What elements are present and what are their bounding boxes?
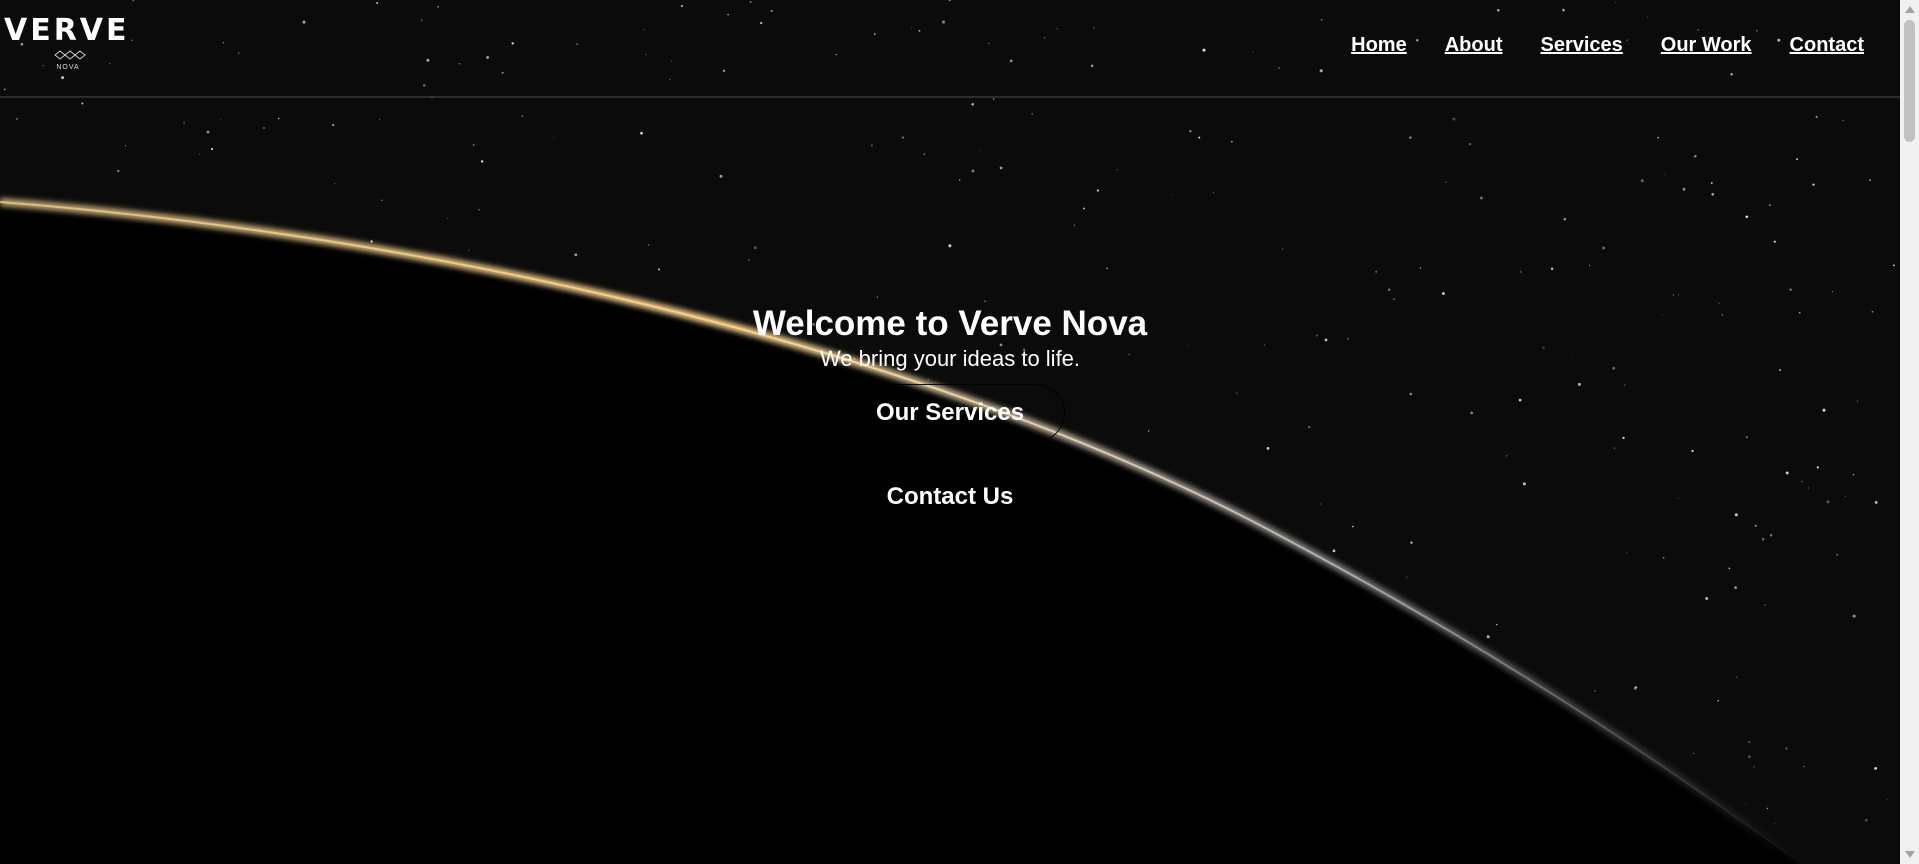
our-services-button[interactable]: Our Services xyxy=(834,384,1066,442)
nav-about-link[interactable]: About xyxy=(1445,34,1503,57)
scroll-down-icon[interactable] xyxy=(1905,851,1915,858)
nav-contact-link[interactable]: Contact xyxy=(1790,34,1864,57)
main-nav: Home About Services Our Work Contact xyxy=(1351,34,1864,57)
nav-home-link[interactable]: Home xyxy=(1351,34,1407,57)
hero-content: Welcome to Verve Nova We bring your idea… xyxy=(0,302,1900,526)
brand-logo[interactable]: VERVE NOVA xyxy=(4,16,132,76)
scrollbar-thumb[interactable] xyxy=(1904,20,1915,142)
site-header: VERVE NOVA Home About Services Our Work … xyxy=(0,0,1900,98)
contact-us-button[interactable]: Contact Us xyxy=(846,468,1055,526)
nav-our-work-link[interactable]: Our Work xyxy=(1661,34,1752,57)
logo-tagline: NOVA xyxy=(56,64,80,71)
logo-wordmark: VERVE xyxy=(4,13,130,48)
vertical-scrollbar[interactable] xyxy=(1900,0,1919,864)
hero-title: Welcome to Verve Nova xyxy=(752,304,1148,343)
nav-services-link[interactable]: Services xyxy=(1540,34,1622,57)
hero-subtitle: We bring your ideas to life. xyxy=(819,346,1081,371)
logo-diamond-icon xyxy=(54,50,86,60)
scroll-up-icon[interactable] xyxy=(1905,6,1915,13)
